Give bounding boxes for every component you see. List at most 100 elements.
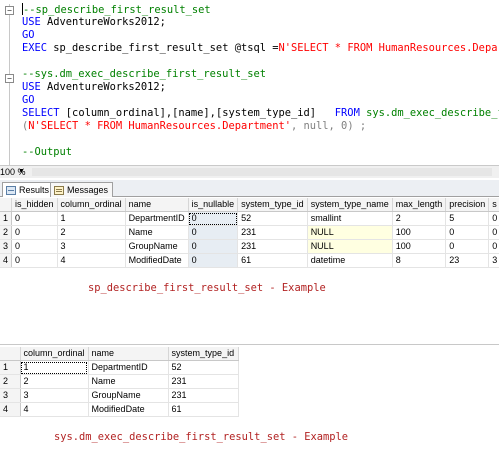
column-header[interactable]: max_length [392,198,447,212]
code-keyword: GO [22,29,35,41]
table-cell[interactable]: 0 [188,239,239,254]
column-header[interactable]: system_type_id [168,347,239,361]
table-cell[interactable]: 231 [168,374,239,389]
code-text: sp_describe_first_result_set [47,42,235,54]
table-cell[interactable]: ModifiedDate [88,402,169,417]
tab-messages[interactable]: Messages [50,182,114,197]
column-header[interactable]: is_nullable [188,198,239,212]
table-cell[interactable]: GroupName [88,388,169,403]
table-cell[interactable]: 3 [20,388,89,403]
table-cell[interactable]: 0 [188,253,239,268]
column-header[interactable]: system_type_id [237,198,308,212]
table-cell[interactable]: 4 [20,402,89,417]
code-keyword: SELECT [22,107,60,119]
collapse-icon[interactable]: − [5,6,14,15]
table-cell[interactable]: 4 [57,253,126,268]
table-cell[interactable]: 0 [188,225,239,240]
code-keyword: USE [22,81,41,93]
table-cell[interactable]: 231 [237,225,308,240]
column-header[interactable]: is_hidden [11,198,58,212]
table-cell[interactable]: 52 [237,211,308,226]
table-cell[interactable]: 61 [168,402,239,417]
divider [0,344,499,345]
table-row[interactable]: 2 2 Name 231 [0,374,239,389]
results-grid-1[interactable]: is_hidden column_ordinal name is_nullabl… [0,198,499,268]
example-caption: sp_describe_first_result_set - Example [88,282,326,294]
column-header[interactable]: name [125,198,189,212]
table-cell[interactable]: 2 [57,225,126,240]
table-cell[interactable]: smallint [307,211,393,226]
table-cell[interactable]: 23 [445,253,490,268]
row-number[interactable]: 1 [0,211,12,226]
column-header[interactable]: column_ordinal [57,198,126,212]
column-header[interactable]: system_type_name [307,198,393,212]
corner-cell[interactable] [0,347,21,361]
table-cell[interactable]: datetime [307,253,393,268]
table-cell[interactable]: 1 [20,360,89,375]
table-row[interactable]: 4 4 ModifiedDate 61 [0,402,239,417]
table-cell[interactable]: 2 [392,211,447,226]
table-cell[interactable]: 0 [445,225,490,240]
code-line: --sys.dm_exec_describe_first_result_set [22,68,266,82]
table-cell[interactable]: 0 [445,239,490,254]
table-cell[interactable]: 0 [488,211,499,226]
table-cell[interactable]: 0 [188,211,239,226]
table-cell[interactable]: 0 [11,253,58,268]
chevron-down-icon[interactable]: ▼ [18,166,25,178]
table-cell[interactable]: 3 [488,253,499,268]
row-number[interactable]: 4 [0,253,12,268]
table-cell[interactable]: GroupName [125,239,189,254]
table-row[interactable]: 2 0 2 Name 0 231 NULL 100 0 0 [0,225,499,240]
column-header[interactable]: precision [445,198,490,212]
query-editor[interactable]: − − --sp_describe_first_result_set USE A… [0,0,499,178]
row-number[interactable]: 3 [0,239,12,254]
table-cell[interactable]: DepartmentID [88,360,169,375]
table-cell[interactable]: NULL [307,239,393,254]
table-cell[interactable]: 52 [168,360,239,375]
code-line: GO [22,29,35,43]
table-cell[interactable]: 231 [237,239,308,254]
table-cell[interactable]: 8 [392,253,447,268]
table-cell[interactable]: ModifiedDate [125,253,189,268]
table-cell[interactable]: 5 [445,211,490,226]
row-number[interactable]: 3 [0,388,21,403]
table-cell[interactable]: 231 [168,388,239,403]
table-row[interactable]: 1 1 DepartmentID 52 [0,360,239,375]
column-header[interactable]: s [488,198,499,212]
row-number[interactable]: 4 [0,402,21,417]
tab-results[interactable]: Results [2,182,55,197]
table-row[interactable]: 1 0 1 DepartmentID 0 52 smallint 2 5 0 [0,211,499,226]
row-number[interactable]: 1 [0,360,21,375]
table-cell[interactable]: 1 [57,211,126,226]
collapse-icon[interactable]: − [5,74,14,83]
table-cell[interactable]: 0 [11,225,58,240]
column-header[interactable]: column_ordinal [20,347,89,361]
row-number[interactable]: 2 [0,374,21,389]
corner-cell[interactable] [0,198,12,212]
column-header[interactable]: name [88,347,169,361]
table-cell[interactable]: 0 [488,225,499,240]
results-grid-2[interactable]: column_ordinal name system_type_id 1 1 D… [0,347,239,417]
gutter-outline [9,4,10,176]
table-cell[interactable]: 2 [20,374,89,389]
table-cell[interactable]: 100 [392,239,447,254]
table-cell[interactable]: 0 [11,211,58,226]
code-comment: --sys.dm_exec_describe_first_result_set [22,68,266,80]
table-cell[interactable]: 61 [237,253,308,268]
table-cell[interactable]: 100 [392,225,447,240]
code-line: --Output [22,146,72,160]
code-keyword: USE [22,16,41,28]
table-cell[interactable]: Name [88,374,169,389]
table-cell[interactable]: Name [125,225,189,240]
table-cell[interactable]: 0 [11,239,58,254]
code-line: SELECT [column_ordinal],[name],[system_t… [22,107,499,121]
table-row[interactable]: 4 0 4 ModifiedDate 0 61 datetime 8 23 3 [0,253,499,268]
table-row[interactable]: 3 0 3 GroupName 0 231 NULL 100 0 0 [0,239,499,254]
horizontal-scrollbar[interactable] [32,168,492,176]
table-cell[interactable]: 3 [57,239,126,254]
table-cell[interactable]: NULL [307,225,393,240]
table-cell[interactable]: DepartmentID [125,211,189,226]
row-number[interactable]: 2 [0,225,12,240]
table-row[interactable]: 3 3 GroupName 231 [0,388,239,403]
table-cell[interactable]: 0 [488,239,499,254]
